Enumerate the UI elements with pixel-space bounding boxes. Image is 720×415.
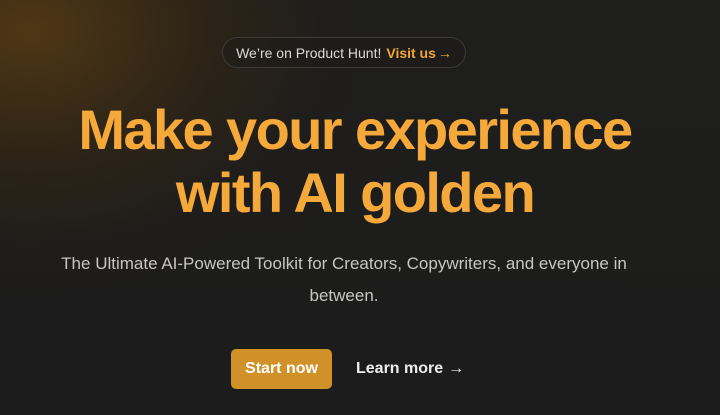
badge-text: We’re on Product Hunt! — [236, 44, 382, 61]
visit-us-label: Visit us — [386, 44, 436, 61]
learn-more-link[interactable]: Learn more → — [356, 349, 464, 389]
headline-line-2: with AI golden — [175, 161, 536, 224]
page-title: Make your experience with AI golden — [0, 98, 720, 224]
hero-section: We’re on Product Hunt! Visit us → Make yo… — [0, 0, 720, 415]
headline-line-1: Make your experience — [78, 98, 633, 161]
product-hunt-badge: We’re on Product Hunt! Visit us → — [222, 37, 466, 68]
start-now-button[interactable]: Start now — [231, 349, 332, 389]
visit-us-link[interactable]: Visit us → — [386, 45, 452, 61]
learn-more-label: Learn more — [356, 360, 444, 377]
arrow-right-icon: → — [448, 360, 465, 377]
hero-subtitle: The Ultimate AI-Powered Toolkit for Crea… — [61, 254, 627, 305]
arrow-right-icon: → — [437, 44, 452, 61]
